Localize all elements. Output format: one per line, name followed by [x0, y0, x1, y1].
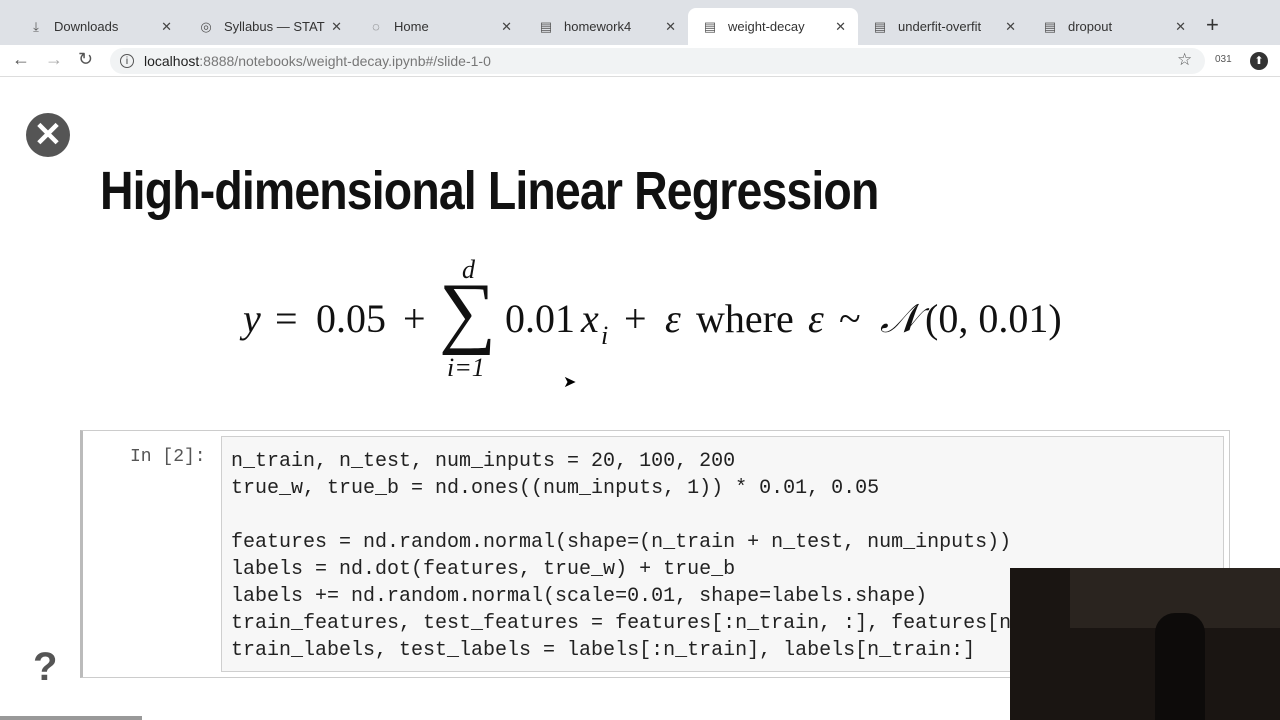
code-line: true_w, true_b = nd.ones((num_inputs, 1)…: [231, 477, 880, 500]
close-tab-icon[interactable]: ✕: [1005, 19, 1016, 35]
close-tab-icon[interactable]: ✕: [501, 19, 512, 35]
code-line: n_train, n_test, num_inputs = 20, 100, 2…: [231, 450, 736, 473]
close-tab-icon[interactable]: ✕: [665, 19, 676, 35]
horizontal-scrollbar[interactable]: [0, 716, 142, 720]
close-tab-icon[interactable]: ✕: [1175, 19, 1186, 35]
tab-home[interactable]: ◌ Home ✕: [354, 8, 524, 45]
cell-prompt: In [2]:: [130, 447, 206, 467]
download-icon: ⤓: [33, 18, 39, 34]
jupyter-icon: ▤: [873, 18, 887, 34]
loading-icon: ◌: [372, 19, 380, 34]
help-button[interactable]: ?: [33, 645, 57, 690]
tab-homework4[interactable]: ▤ homework4 ✕: [524, 8, 688, 45]
extension-badge[interactable]: 031: [1215, 54, 1232, 65]
code-line: labels += nd.random.normal(scale=0.01, s…: [231, 585, 928, 608]
profile-icon[interactable]: ⬆: [1250, 52, 1268, 70]
reload-icon[interactable]: ↻: [78, 49, 93, 70]
close-tab-icon[interactable]: ✕: [835, 19, 846, 35]
code-line: labels = nd.dot(features, true_w) + true…: [231, 558, 736, 581]
tab-bar: ⤓ Downloads ✕ ◎ Syllabus — STAT ✕ ◌ Home ✕ ▤ ho…: [0, 0, 1280, 45]
code-line: features = nd.random.normal(shape=(n_tra…: [231, 531, 1012, 554]
forward-icon[interactable]: →: [45, 49, 63, 70]
jupyter-icon: ▤: [703, 18, 717, 34]
info-icon[interactable]: i: [120, 54, 134, 68]
webcam-overlay: [1010, 568, 1280, 720]
address-bar[interactable]: i localhost:8888/notebooks/weight-decay.…: [110, 48, 1205, 74]
mouse-cursor: ➤: [563, 374, 577, 391]
code-line: train_labels, test_labels = labels[:n_tr…: [231, 639, 976, 662]
tab-weight-decay[interactable]: ▤ weight-decay ✕: [688, 8, 858, 45]
code-block[interactable]: n_train, n_test, num_inputs = 20, 100, 2…: [231, 448, 1143, 664]
video-presenter: [1155, 613, 1205, 720]
tab-underfit-overfit[interactable]: ▤ underfit-overfit ✕: [858, 8, 1028, 45]
close-tab-icon[interactable]: ✕: [161, 19, 172, 35]
slide-title: High-dimensional Linear Regression: [100, 161, 879, 221]
tab-downloads[interactable]: ⤓ Downloads ✕: [14, 8, 184, 45]
new-tab-button[interactable]: +: [1206, 12, 1219, 38]
close-tab-icon[interactable]: ✕: [331, 19, 342, 35]
bookmark-star-icon[interactable]: ☆: [1177, 50, 1192, 70]
close-slideshow-icon[interactable]: ✕: [26, 113, 70, 157]
tab-syllabus[interactable]: ◎ Syllabus — STAT ✕: [184, 8, 354, 45]
code-line: train_features, test_features = features…: [231, 612, 1144, 635]
jupyter-icon: ▤: [1043, 18, 1057, 34]
tab-dropout[interactable]: ▤ dropout ✕: [1028, 8, 1198, 45]
back-icon[interactable]: ←: [12, 49, 30, 70]
browser-toolbar: ← → ↻ i localhost:8888/notebooks/weight-…: [0, 45, 1280, 77]
globe-icon: ◎: [200, 18, 212, 34]
jupyter-icon: ▤: [539, 18, 553, 34]
